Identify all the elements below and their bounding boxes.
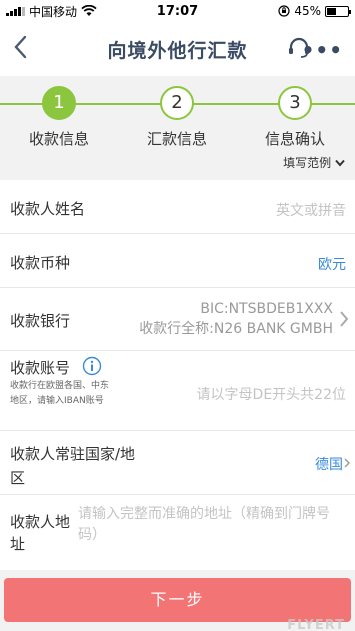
step-1: 1 收款信息 — [9, 86, 109, 149]
chevron-down-icon — [335, 159, 345, 167]
address-row[interactable]: 收款人地址 请输入完整而准确的地址（精确到门牌号码） — [0, 495, 355, 570]
chevron-right-icon — [340, 311, 349, 327]
payee-form: 收款人姓名 英文或拼音 收款币种 欧元 收款银行 BIC:NTSBDEB1XXX… — [0, 180, 355, 570]
more-button[interactable]: ••• — [302, 38, 343, 62]
bank-label: 收款银行 — [10, 312, 71, 330]
currency-row[interactable]: 收款币种 欧元 — [0, 234, 355, 288]
battery-percent: 45% — [294, 4, 321, 18]
rotation-lock-icon — [278, 5, 290, 17]
navigation-bar: 向境外他行汇款 ••• — [0, 22, 355, 76]
currency-label: 收款币种 — [10, 254, 71, 272]
status-bar: 中国移动 17:07 45% — [0, 0, 355, 22]
payee-name-row[interactable]: 收款人姓名 英文或拼音 — [0, 180, 355, 234]
next-button[interactable]: 下一步 — [4, 578, 351, 622]
chevron-left-icon — [14, 35, 27, 59]
info-icon[interactable] — [82, 356, 102, 376]
bank-value: BIC:NTSBDEB1XXX 收款行全称:N26 BANK GMBH — [139, 299, 333, 339]
step-2-label: 汇款信息 — [146, 130, 207, 148]
bank-row[interactable]: 收款银行 BIC:NTSBDEB1XXX 收款行全称:N26 BANK GMBH — [0, 288, 355, 351]
carrier-label: 中国移动 — [29, 4, 78, 19]
step-2: 2 汇款信息 — [127, 86, 227, 149]
step-3-label: 信息确认 — [264, 130, 325, 148]
currency-value[interactable]: 欧元 — [318, 254, 346, 274]
country-row[interactable]: 收款人常驻国家/地区 德国 — [0, 431, 355, 495]
bank-bic: BIC:NTSBDEB1XXX — [200, 301, 333, 317]
account-input[interactable]: 请以字母DE开头共22位 — [197, 384, 346, 404]
step-1-circle: 1 — [42, 86, 76, 120]
country-value[interactable]: 德国 — [315, 454, 343, 474]
battery-icon — [325, 5, 351, 17]
chevron-right-icon — [344, 458, 350, 468]
step-3: 3 信息确认 — [245, 86, 345, 149]
back-button[interactable] — [6, 32, 36, 62]
account-hint: 收款行在欧盟各国、中东地区，请输入IBAN账号 — [10, 381, 110, 406]
payee-name-input[interactable]: 英文或拼音 — [276, 200, 346, 220]
example-link[interactable]: 填写范例 — [283, 154, 345, 171]
example-link-label: 填写范例 — [283, 156, 332, 170]
payee-name-label: 收款人姓名 — [10, 200, 86, 218]
bank-full-name: 收款行全称:N26 BANK GMBH — [139, 321, 333, 337]
account-label: 收款账号 — [10, 359, 71, 377]
step-3-circle: 3 — [278, 86, 312, 120]
account-row[interactable]: 收款账号 收款行在欧盟各国、中东地区，请输入IBAN账号 请以字母DE开头共22… — [0, 351, 355, 431]
progress-steps: 1 收款信息 2 汇款信息 3 信息确认 填写范例 — [0, 76, 355, 180]
step-2-circle: 2 — [160, 86, 194, 120]
wifi-icon — [81, 5, 97, 16]
address-label: 收款人地址 — [10, 513, 71, 553]
address-input[interactable]: 请输入完整而准确的地址（精确到门牌号码） — [78, 504, 348, 546]
more-icon: ••• — [301, 38, 343, 62]
step-1-label: 收款信息 — [28, 130, 89, 148]
country-label: 收款人常驻国家/地区 — [10, 445, 136, 487]
signal-icon — [6, 6, 25, 16]
watermark: FLYERT — [287, 618, 345, 631]
